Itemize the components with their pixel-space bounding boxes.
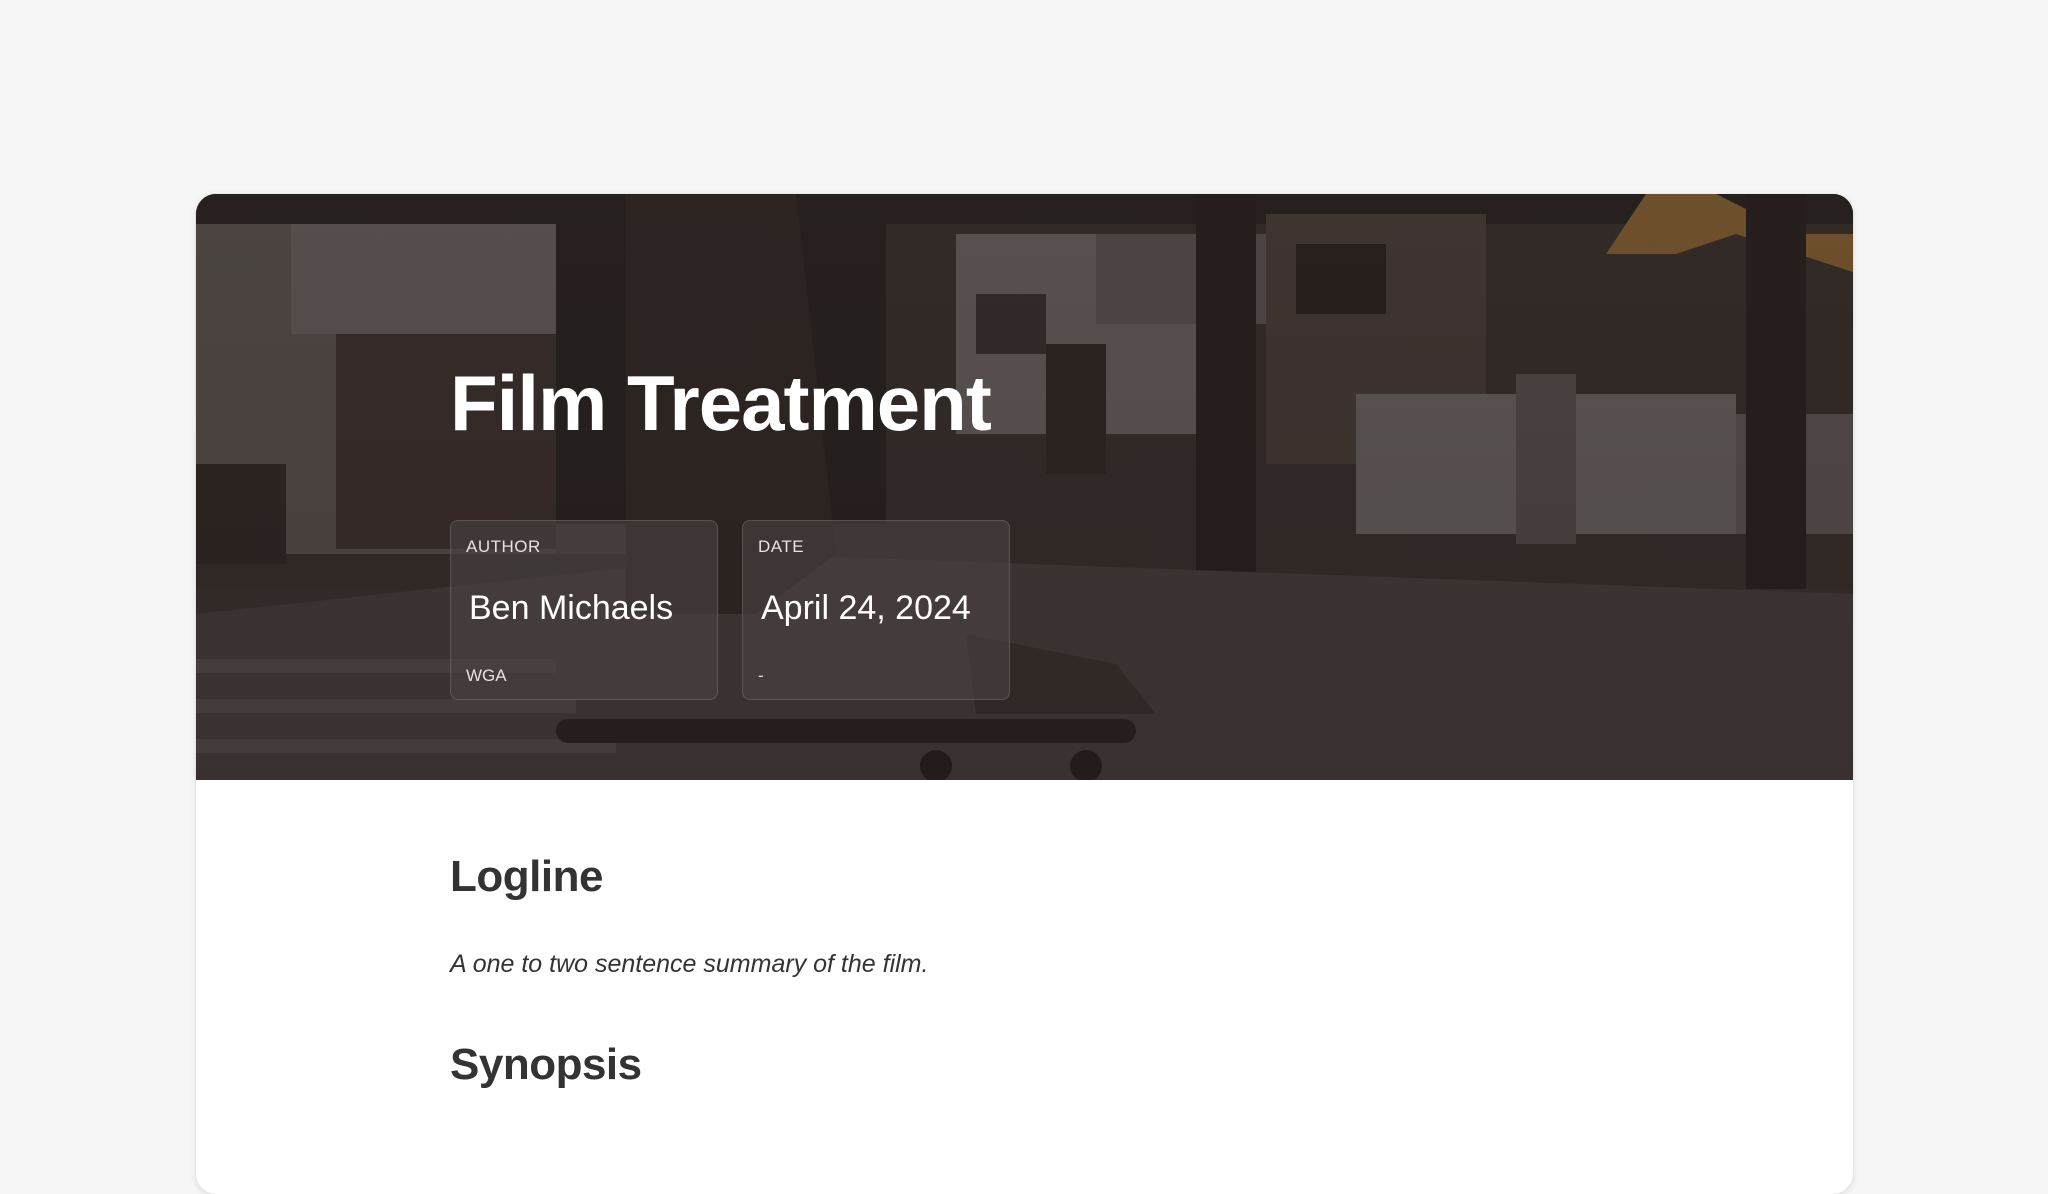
hero-dark-overlay [196,194,1853,780]
author-card[interactable]: AUTHOR Ben Michaels WGA [450,520,718,700]
author-name[interactable]: Ben Michaels [469,589,673,628]
date-label: DATE [758,537,805,556]
document-title[interactable]: Film Treatment [450,364,992,442]
author-affiliation[interactable]: WGA [466,666,507,686]
date-value[interactable]: April 24, 2024 [761,589,971,628]
document-card: Film Treatment AUTHOR Ben Michaels WGA D… [196,194,1853,1194]
logline-heading[interactable]: Logline [450,852,603,902]
logline-text[interactable]: A one to two sentence summary of the fil… [450,950,928,979]
hero-banner: Film Treatment AUTHOR Ben Michaels WGA D… [196,194,1853,780]
synopsis-heading[interactable]: Synopsis [450,1040,642,1090]
date-card[interactable]: DATE April 24, 2024 - [742,520,1010,700]
date-note[interactable]: - [758,666,764,686]
author-label: AUTHOR [466,537,541,556]
